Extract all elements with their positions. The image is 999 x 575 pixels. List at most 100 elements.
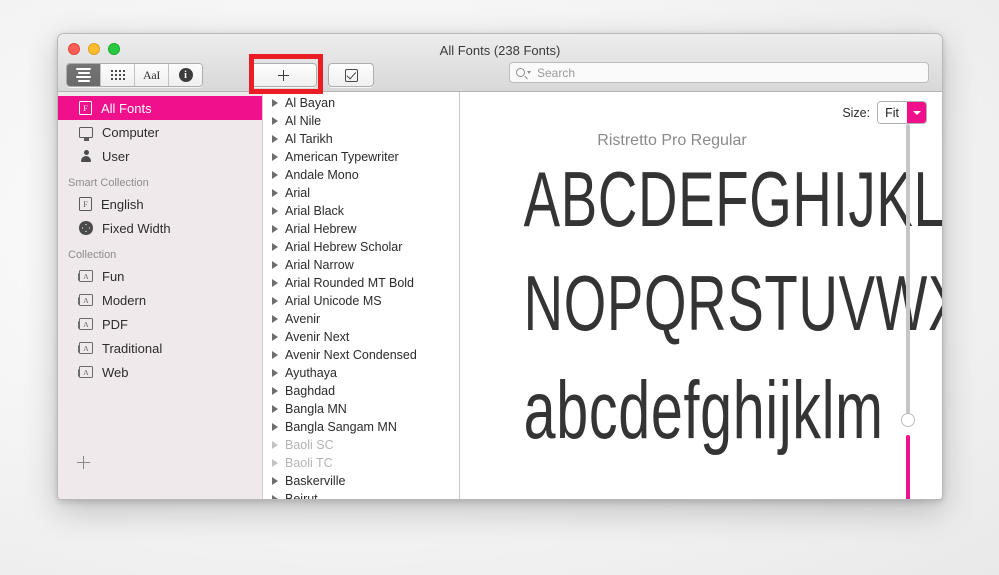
list-item[interactable]: Bangla Sangam MN	[263, 418, 459, 436]
search-icon	[516, 68, 525, 77]
disclosure-triangle-icon[interactable]	[272, 297, 278, 305]
disclosure-triangle-icon[interactable]	[272, 207, 278, 215]
disclosure-triangle-icon[interactable]	[272, 225, 278, 233]
sidebar-item-modern[interactable]: A Modern	[58, 288, 262, 312]
sidebar-item-fun[interactable]: A Fun	[58, 264, 262, 288]
list-item[interactable]: Arial	[263, 184, 459, 202]
sample-text-icon: AaI	[142, 67, 161, 82]
font-name: Al Bayan	[285, 96, 336, 110]
disclosure-triangle-icon[interactable]	[272, 369, 278, 377]
chevron-down-icon	[912, 110, 921, 115]
list-item[interactable]: American Typewriter	[263, 148, 459, 166]
disclosure-triangle-icon[interactable]	[272, 387, 278, 395]
disclosure-triangle-icon[interactable]	[272, 117, 278, 125]
size-dropdown-arrow[interactable]	[907, 102, 926, 123]
slider-track-upper	[906, 124, 910, 419]
font-name: Bangla MN	[285, 402, 347, 416]
font-name: Avenir Next Condensed	[285, 348, 417, 362]
font-name: Arial Hebrew Scholar	[285, 240, 403, 254]
add-collection-button[interactable]	[77, 456, 90, 469]
disclosure-triangle-icon[interactable]	[272, 153, 278, 161]
view-mode-segmented-control[interactable]: AaI i	[66, 63, 203, 87]
disclosure-triangle-icon[interactable]	[272, 495, 278, 499]
size-dropdown[interactable]: Fit	[877, 101, 927, 124]
collection-icon: A	[77, 342, 93, 354]
font-name: Arial Unicode MS	[285, 294, 382, 308]
sidebar-item-label: All Fonts	[101, 100, 152, 116]
sidebar-item-web[interactable]: A Web	[58, 360, 262, 384]
list-view-button[interactable]	[67, 64, 101, 86]
list-item[interactable]: Baoli TC	[263, 454, 459, 472]
disclosure-triangle-icon[interactable]	[272, 243, 278, 251]
font-name: Bangla Sangam MN	[285, 420, 397, 434]
disclosure-triangle-icon[interactable]	[272, 189, 278, 197]
disclosure-triangle-icon[interactable]	[272, 405, 278, 413]
list-item[interactable]: Arial Rounded MT Bold	[263, 274, 459, 292]
list-item[interactable]: Arial Narrow	[263, 256, 459, 274]
sidebar-item-label: Web	[102, 364, 129, 380]
user-icon	[79, 149, 93, 163]
chevron-down-icon	[527, 71, 531, 74]
list-item[interactable]: Baskerville	[263, 472, 459, 490]
disclosure-triangle-icon[interactable]	[272, 135, 278, 143]
size-slider[interactable]	[901, 124, 915, 499]
font-name: Arial Narrow	[285, 258, 354, 272]
list-item[interactable]: Baoli SC	[263, 436, 459, 454]
list-item[interactable]: Arial Unicode MS	[263, 292, 459, 310]
disclosure-triangle-icon[interactable]	[272, 351, 278, 359]
font-preview-pane: Size: Fit Ristretto Pro Regular ABCDEFGH…	[460, 92, 942, 499]
list-item[interactable]: Al Tarikh	[263, 130, 459, 148]
smart-collection-header: Smart Collection	[68, 177, 149, 189]
info-icon: i	[178, 68, 193, 82]
validate-font-button[interactable]	[328, 63, 374, 87]
info-view-button[interactable]: i	[169, 64, 202, 86]
sidebar: F All Fonts Computer User Smart Collecti…	[58, 92, 263, 499]
size-control: Size: Fit	[842, 101, 927, 124]
disclosure-triangle-icon[interactable]	[272, 459, 278, 467]
sidebar-item-english[interactable]: F English	[58, 192, 262, 216]
list-item[interactable]: Avenir Next Condensed	[263, 346, 459, 364]
size-value: Fit	[878, 102, 907, 123]
sidebar-item-pdf[interactable]: A PDF	[58, 312, 262, 336]
grid-view-icon	[110, 70, 125, 80]
list-item[interactable]: Avenir	[263, 310, 459, 328]
sample-view-button[interactable]: AaI	[135, 64, 169, 86]
sidebar-item-fixed-width[interactable]: Fixed Width	[58, 216, 262, 240]
disclosure-triangle-icon[interactable]	[272, 315, 278, 323]
font-name: Andale Mono	[285, 168, 359, 182]
list-item[interactable]: Ayuthaya	[263, 364, 459, 382]
sidebar-item-all-fonts[interactable]: F All Fonts	[58, 96, 262, 120]
disclosure-triangle-icon[interactable]	[272, 441, 278, 449]
sidebar-item-user[interactable]: User	[58, 144, 262, 168]
font-name: American Typewriter	[285, 150, 399, 164]
disclosure-triangle-icon[interactable]	[272, 423, 278, 431]
list-item[interactable]: Andale Mono	[263, 166, 459, 184]
list-item[interactable]: Arial Hebrew Scholar	[263, 238, 459, 256]
search-field[interactable]: Search	[509, 62, 929, 83]
disclosure-triangle-icon[interactable]	[272, 333, 278, 341]
list-item[interactable]: Arial Hebrew	[263, 220, 459, 238]
list-item[interactable]: Arial Black	[263, 202, 459, 220]
font-list[interactable]: Al Bayan Al Nile Al Tarikh American Type…	[263, 92, 460, 499]
disclosure-triangle-icon[interactable]	[272, 99, 278, 107]
computer-icon	[79, 126, 93, 141]
sidebar-item-traditional[interactable]: A Traditional	[58, 336, 262, 360]
font-name: Avenir	[285, 312, 321, 326]
grid-view-button[interactable]	[101, 64, 135, 86]
list-item[interactable]: Al Nile	[263, 112, 459, 130]
disclosure-triangle-icon[interactable]	[272, 279, 278, 287]
list-item[interactable]: Beirut	[263, 490, 459, 499]
list-item[interactable]: Al Bayan	[263, 94, 459, 112]
add-font-button[interactable]	[249, 63, 317, 87]
sidebar-item-computer[interactable]: Computer	[58, 120, 262, 144]
font-name: Ayuthaya	[285, 366, 337, 380]
list-item[interactable]: Bangla MN	[263, 400, 459, 418]
list-item[interactable]: Baghdad	[263, 382, 459, 400]
slider-knob[interactable]	[901, 413, 915, 427]
font-book-window: All Fonts (238 Fonts) AaI i Search F All…	[57, 33, 943, 500]
disclosure-triangle-icon[interactable]	[272, 477, 278, 485]
list-item[interactable]: Avenir Next	[263, 328, 459, 346]
disclosure-triangle-icon[interactable]	[272, 171, 278, 179]
window-body: F All Fonts Computer User Smart Collecti…	[58, 92, 942, 499]
disclosure-triangle-icon[interactable]	[272, 261, 278, 269]
